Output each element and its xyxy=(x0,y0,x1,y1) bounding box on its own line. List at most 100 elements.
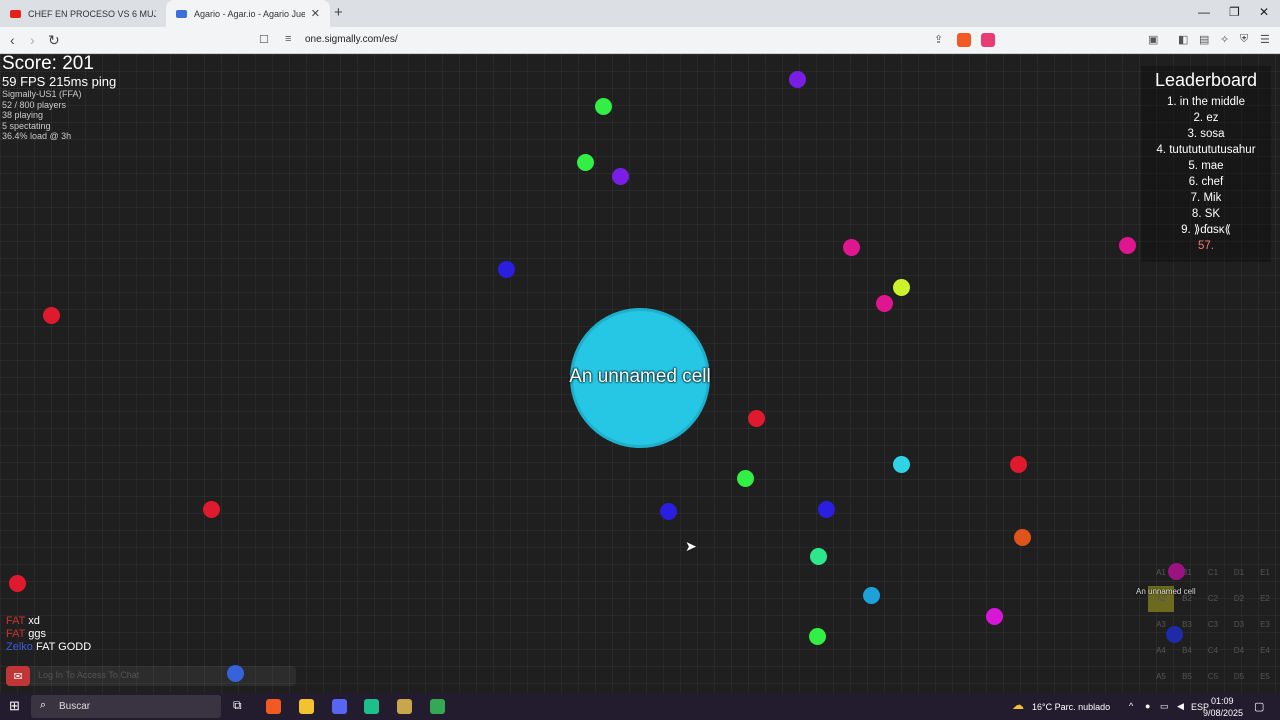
close-window-icon[interactable]: ✕ xyxy=(1259,5,1269,19)
explorer-taskbar-icon[interactable] xyxy=(299,699,314,714)
close-tab-icon[interactable]: ✕ xyxy=(311,7,320,20)
minimap-player-dot xyxy=(1168,563,1185,580)
food-pellet xyxy=(498,261,515,278)
chat-placeholder: Log In To Access To Chat xyxy=(38,670,140,680)
address-bar: ‹ › ↻ ☐ ≡ one.sigmally.com/es/ ⇪ ▣ ◧ ▤ ✧… xyxy=(0,27,1280,54)
tab-title: Agario - Agar.io - Agario Juego xyxy=(194,8,305,19)
food-pellet xyxy=(810,548,827,565)
mouse-cursor-icon: ➤ xyxy=(685,538,697,554)
minimap-cell: C1 xyxy=(1207,568,1219,577)
minimap-cell: D4 xyxy=(1233,646,1245,655)
chrome-taskbar-icon[interactable] xyxy=(430,699,445,714)
player-cell-name: An unnamed cell xyxy=(569,366,711,387)
app-taskbar-icon[interactable] xyxy=(364,699,379,714)
share-icon[interactable]: ⇪ xyxy=(934,33,943,46)
search-icon: ⌕ xyxy=(40,699,47,711)
leaderboard-entry: 7. Mik xyxy=(1190,192,1222,204)
minimap-cell: E1 xyxy=(1260,568,1270,577)
discord-taskbar-icon[interactable] xyxy=(332,699,347,714)
brave-shield-icon[interactable] xyxy=(957,33,971,47)
task-view-icon[interactable]: ⧉ xyxy=(233,698,242,713)
tab-agario[interactable]: Agario - Agar.io - Agario Juego ✕ xyxy=(166,0,330,27)
food-pellet xyxy=(893,279,910,296)
food-pellet xyxy=(818,501,835,518)
food-pellet xyxy=(809,628,826,645)
taskbar-search[interactable]: ⌕ Buscar xyxy=(31,695,221,718)
chat-message: FAT xd xyxy=(6,615,91,628)
weather-text[interactable]: 16°C Parc. nublado xyxy=(1032,702,1110,712)
minimap-cell: D2 xyxy=(1233,594,1245,603)
players-count: 52 / 800 players xyxy=(2,99,67,110)
wallet-icon[interactable]: ▤ xyxy=(1199,33,1209,46)
volume-icon[interactable]: ◀ xyxy=(1177,701,1184,712)
forward-icon[interactable]: › xyxy=(30,32,35,48)
mic-icon[interactable]: ● xyxy=(1145,701,1150,711)
site-info-icon[interactable]: ≡ xyxy=(285,33,291,45)
server-text: Sigmally-US1 (FFA) xyxy=(2,89,82,99)
food-pellet xyxy=(748,410,765,427)
minimap-cell: B5 xyxy=(1182,672,1192,681)
back-icon[interactable]: ‹ xyxy=(10,32,15,48)
food-pellet xyxy=(660,503,677,520)
food-pellet xyxy=(1010,456,1027,473)
food-pellet xyxy=(577,154,594,171)
sidebar-icon[interactable]: ▣ xyxy=(1148,33,1158,46)
minimap-cell: A5 xyxy=(1156,672,1166,681)
chat-text: ggs xyxy=(28,628,46,640)
tab-title: CHEF EN PROCESO VS 6 MUJERES |C xyxy=(28,8,156,19)
network-icon[interactable]: ▭ xyxy=(1160,701,1169,712)
minimap-cell: E3 xyxy=(1260,620,1270,629)
food-pellet xyxy=(843,239,860,256)
playing-count: 38 playing xyxy=(2,110,44,120)
agario-favicon-icon xyxy=(176,9,187,18)
rewards-icon[interactable] xyxy=(981,33,995,47)
minimap-cell: C2 xyxy=(1207,594,1219,603)
food-pellet xyxy=(9,575,26,592)
spectating-count: 5 spectating xyxy=(2,120,51,131)
panel-icon[interactable]: ◧ xyxy=(1178,33,1188,46)
restore-icon[interactable]: ❐ xyxy=(1229,5,1240,19)
leaderboard-entry: 4. tutututututusahur xyxy=(1156,144,1256,156)
url-text[interactable]: one.sigmally.com/es/ xyxy=(305,34,398,45)
minimap-cell: D5 xyxy=(1233,672,1245,681)
tray-chevron-icon[interactable]: ^ xyxy=(1129,701,1133,711)
minimap-cell: D3 xyxy=(1233,620,1245,629)
brave-taskbar-icon[interactable] xyxy=(266,699,281,714)
server-load: 36.4% load @ 3h xyxy=(2,131,72,141)
leaderboard-entry: 6. chef xyxy=(1188,176,1224,188)
chat-message: FAT ggs xyxy=(6,628,91,641)
menu-icon[interactable]: ☰ xyxy=(1260,33,1270,46)
mail-icon: ✉ xyxy=(13,670,23,683)
chat-sender: FAT xyxy=(6,615,26,627)
league-taskbar-icon[interactable] xyxy=(397,699,412,714)
minimap-cell: D1 xyxy=(1233,568,1245,577)
reload-icon[interactable]: ↻ xyxy=(48,32,60,49)
leaderboard-entry: 5. mae xyxy=(1188,160,1224,172)
game-canvas[interactable]: An unnamed cell Score: 201 59 FPS 215ms … xyxy=(0,54,1280,693)
clock-date[interactable]: 9/08/2025 xyxy=(1203,708,1243,718)
leaderboard-entry: 3. sosa xyxy=(1187,128,1225,140)
clock-time[interactable]: 01:09 xyxy=(1211,696,1234,706)
food-pellet xyxy=(43,307,60,324)
notifications-icon[interactable]: ▢ xyxy=(1254,700,1264,713)
food-pellet xyxy=(1014,529,1031,546)
minimize-icon[interactable]: — xyxy=(1198,5,1210,19)
tab-youtube[interactable]: CHEF EN PROCESO VS 6 MUJERES |C xyxy=(0,0,166,27)
leaderboard-entry: 2. ez xyxy=(1193,112,1219,124)
taskbar: ⊞ ⌕ Buscar ⧉ ☁ 16°C Parc. nublado ^ ● ▭ … xyxy=(0,693,1280,720)
chat-log: FAT xd FAT ggs Zelko FAT GODD xyxy=(6,615,91,654)
leo-icon[interactable]: ✧ xyxy=(1220,33,1229,46)
windows-start-icon[interactable]: ⊞ xyxy=(9,698,20,714)
minimap-cell: C3 xyxy=(1207,620,1219,629)
vpn-icon[interactable]: ⛨ xyxy=(1240,33,1248,46)
minimap-player-dot xyxy=(1166,626,1183,643)
new-tab-icon[interactable]: + xyxy=(334,4,343,21)
minimap-cell: E5 xyxy=(1260,672,1270,681)
chat-input[interactable]: ✉ Log In To Access To Chat xyxy=(6,666,296,686)
stats-panel: Score: 201 59 FPS 215ms ping Sigmally-US… xyxy=(2,54,116,142)
chat-mail-button[interactable]: ✉ xyxy=(6,666,30,686)
bookmark-icon[interactable]: ☐ xyxy=(259,33,269,46)
food-pellet xyxy=(1119,237,1136,254)
minimap-cell: C5 xyxy=(1207,672,1219,681)
food-pellet xyxy=(612,168,629,185)
